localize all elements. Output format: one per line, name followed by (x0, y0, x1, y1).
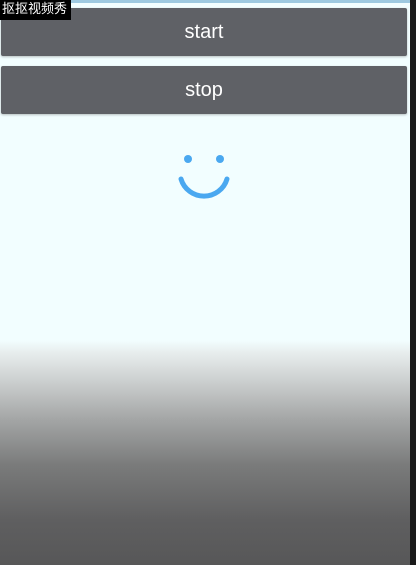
right-eye (216, 155, 224, 163)
watermark-label: 抠抠视频秀 (0, 0, 72, 20)
left-eye (184, 155, 192, 163)
smiley-face-icon (178, 155, 230, 199)
smile-mouth (178, 176, 230, 199)
stop-button[interactable]: stop (1, 66, 407, 114)
window-edge (410, 0, 416, 565)
